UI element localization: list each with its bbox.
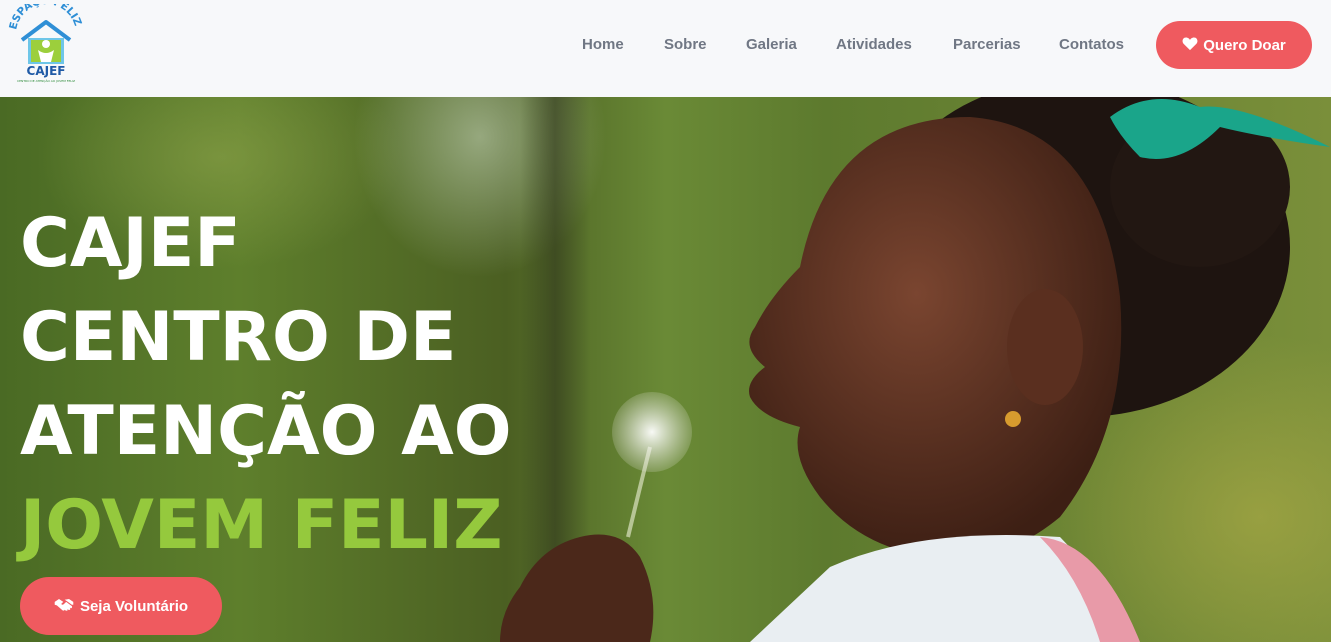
nav-contatos[interactable]: Contatos xyxy=(1059,36,1124,53)
nav-galeria[interactable]: Galeria xyxy=(746,36,797,53)
nav-home[interactable]: Home xyxy=(582,36,624,53)
nav-parcerias[interactable]: Parcerias xyxy=(953,36,1021,53)
hero-banner: CAJEF CENTRO DE ATENÇÃO AO JOVEM FELIZ S… xyxy=(0,97,1331,642)
hero-title-accent: JOVEM FELIZ xyxy=(20,486,503,565)
hero-title-line-1: CAJEF xyxy=(20,204,241,283)
nav-atividades[interactable]: Atividades xyxy=(836,36,912,53)
handshake-icon xyxy=(54,596,74,616)
donate-button[interactable]: Quero Doar xyxy=(1156,21,1312,69)
heart-icon xyxy=(1182,36,1198,55)
cajef-logo[interactable]: ESPAÇO FELIZ CAJEF CENTRO DE ATENÇÃO AO … xyxy=(7,0,84,86)
volunteer-label: Seja Voluntário xyxy=(79,597,189,615)
hero-photo-girl-dandelion xyxy=(500,97,1330,642)
svg-text:ESPAÇO FELIZ: ESPAÇO FELIZ xyxy=(8,4,84,31)
volunteer-button[interactable]: Seja Voluntário xyxy=(20,577,222,635)
donate-label: Quero Doar xyxy=(1203,36,1286,54)
svg-text:CAJEF: CAJEF xyxy=(27,64,66,78)
hero-title: CAJEF CENTRO DE ATENÇÃO AO JOVEM FELIZ xyxy=(20,197,512,573)
hero-title-line-3: ATENÇÃO AO xyxy=(20,392,512,471)
hero-title-line-2: CENTRO DE xyxy=(20,298,457,377)
nav-sobre[interactable]: Sobre xyxy=(664,36,707,53)
site-header: ESPAÇO FELIZ CAJEF CENTRO DE ATENÇÃO AO … xyxy=(0,0,1331,97)
svg-text:CENTRO DE ATENÇÃO AO JOVEM FEL: CENTRO DE ATENÇÃO AO JOVEM FELIZ xyxy=(17,78,75,83)
